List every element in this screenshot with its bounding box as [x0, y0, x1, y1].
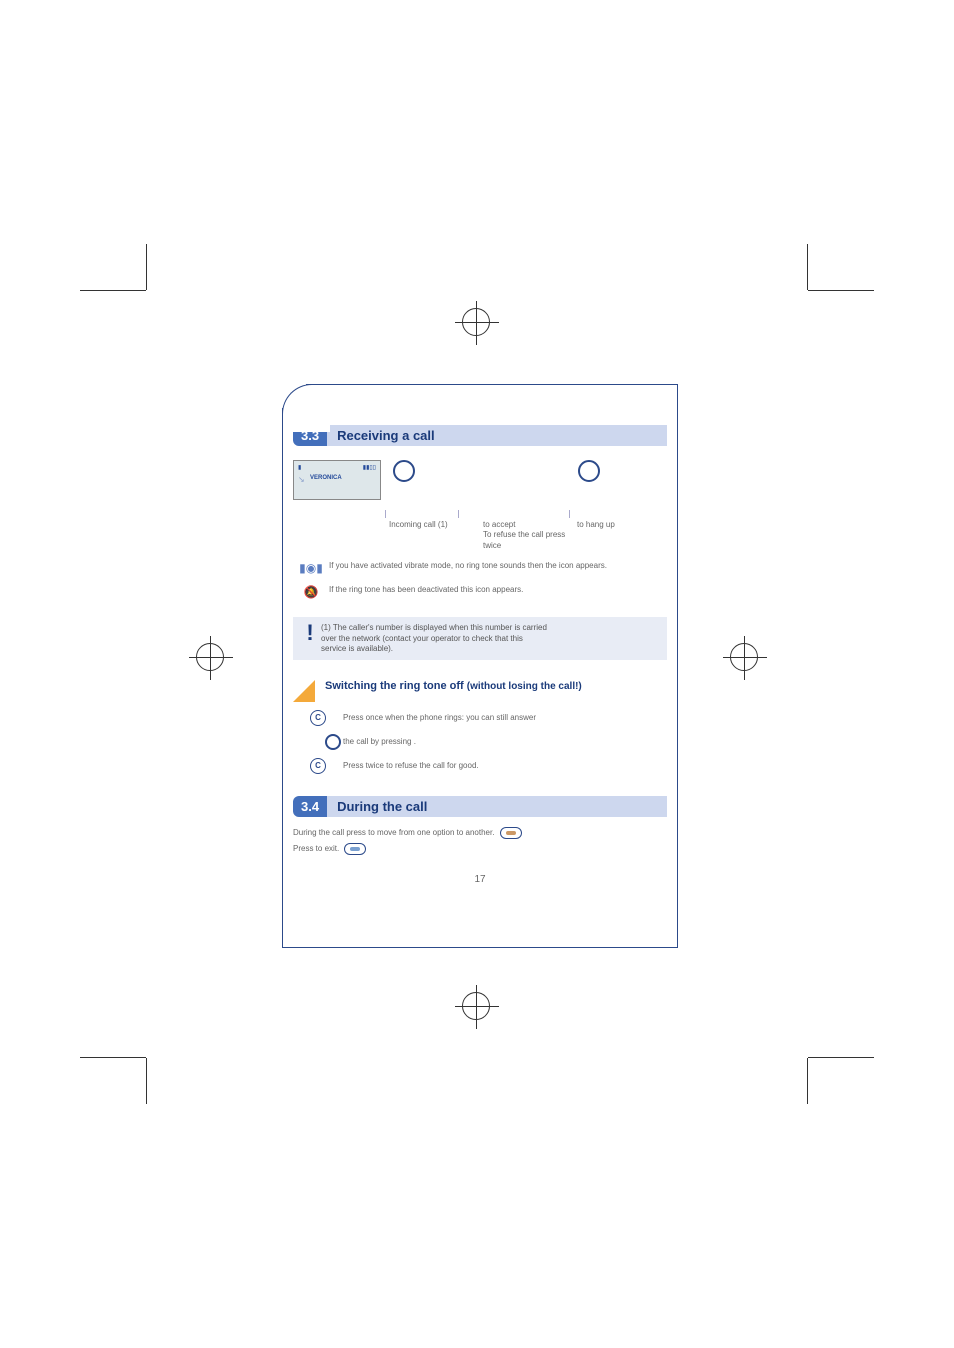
ringtone-off-info-text: If the ring tone has been deactivated th… [329, 585, 667, 595]
diagram-col-2 [389, 460, 482, 500]
diagram-label-2b: To refuse the call press twice [483, 530, 565, 549]
ok-button-icon [578, 460, 600, 482]
during-call-line-2: Press to exit. [293, 843, 667, 855]
diagram-label-1: Incoming call (1) [385, 520, 479, 551]
incoming-call-diagram: ▮ ▮▮▯▯ ↘ VERONICA [293, 460, 667, 500]
diagram-label-row: Incoming call (1) to accept To refuse th… [293, 520, 667, 551]
step-row-1: C Press once when the phone rings: you c… [293, 710, 667, 726]
battery-icon: ▮ [298, 464, 301, 471]
footnote-line-2: over the network (contact your operator … [321, 634, 523, 643]
footnote-box: ! (1) The caller's number is displayed w… [293, 617, 667, 660]
step-3-text: Press twice to refuse the call for good. [343, 761, 667, 771]
step-row-3: C Press twice to refuse the call for goo… [293, 758, 667, 774]
registration-mark-bottom [462, 992, 490, 1020]
incoming-arrow-icon: ↘ [298, 475, 305, 484]
signal-icon: ▮▮▯▯ [363, 464, 376, 471]
footnote-line-3: service is available). [321, 644, 393, 653]
diagram-col-3-spacer [482, 460, 575, 500]
c-key-icon: C [310, 710, 326, 726]
step-1-text: Press once when the phone rings: you can… [343, 713, 667, 723]
section-number: 3.4 [293, 796, 327, 817]
crop-mark-top-left [80, 244, 166, 330]
during-call-line-1: During the call press to move from one o… [293, 827, 667, 839]
step-row-2: the call by pressing . [293, 734, 667, 750]
footnote-text: (1) The caller's number is displayed whe… [321, 623, 661, 654]
scroll-key-icon [500, 827, 522, 839]
triangle-bullet-icon [293, 680, 315, 702]
section-title: Receiving a call [327, 425, 667, 446]
diagram-label-3: to hang up [573, 520, 667, 551]
crop-mark-bottom-left [80, 1018, 166, 1104]
sub-heading-row: Switching the ring tone off (without los… [293, 680, 667, 702]
sub-heading-paren: (without losing the call!) [467, 681, 582, 692]
vibrate-icon: ▮◉▮ [293, 561, 329, 575]
vibrate-info-text: If you have activated vibrate mode, no r… [329, 561, 667, 571]
crop-mark-top-right [788, 244, 874, 330]
diagram-label-2a: to accept [483, 520, 515, 529]
registration-mark-left [196, 643, 224, 671]
step-2-text: the call by pressing . [343, 737, 667, 747]
sub-heading-main: Switching the ring tone off [325, 680, 467, 692]
vibrate-info-row: ▮◉▮ If you have activated vibrate mode, … [293, 561, 667, 575]
during-line-2-text: Press to exit. [293, 845, 339, 854]
section-title: During the call [327, 796, 667, 817]
diagram-label-2: to accept To refuse the call press twice [479, 520, 573, 551]
footnote-line-1: (1) The caller's number is displayed whe… [321, 623, 547, 632]
phone-screen-mock: ▮ ▮▮▯▯ ↘ VERONICA [293, 460, 381, 500]
c-key-icon: C [310, 758, 326, 774]
page-frame: 3.3 Receiving a call ▮ ▮▮▯▯ ↘ VERONICA [282, 384, 678, 948]
ok-key-icon [325, 734, 341, 750]
diagram-tick-row [293, 510, 667, 518]
ringtone-off-info-row: 🔕 If the ring tone has been deactivated … [293, 585, 667, 599]
section-header-3-3: 3.3 Receiving a call [293, 425, 667, 446]
registration-mark-top [462, 308, 490, 336]
during-line-1-text: During the call press to move from one o… [293, 828, 494, 837]
caller-name: VERONICA [310, 475, 342, 481]
ok-button-icon [393, 460, 415, 482]
section-header-3-4: 3.4 During the call [293, 796, 667, 817]
diagram-col-4 [574, 460, 667, 500]
exclamation-icon: ! [299, 623, 321, 654]
registration-mark-right [730, 643, 758, 671]
ringtone-off-icon: 🔕 [293, 585, 329, 599]
page-corner-round [282, 384, 330, 432]
page-number: 17 [293, 874, 667, 885]
sub-heading-text: Switching the ring tone off (without los… [325, 680, 582, 702]
end-key-icon [344, 843, 366, 855]
crop-mark-bottom-right [788, 1018, 874, 1104]
